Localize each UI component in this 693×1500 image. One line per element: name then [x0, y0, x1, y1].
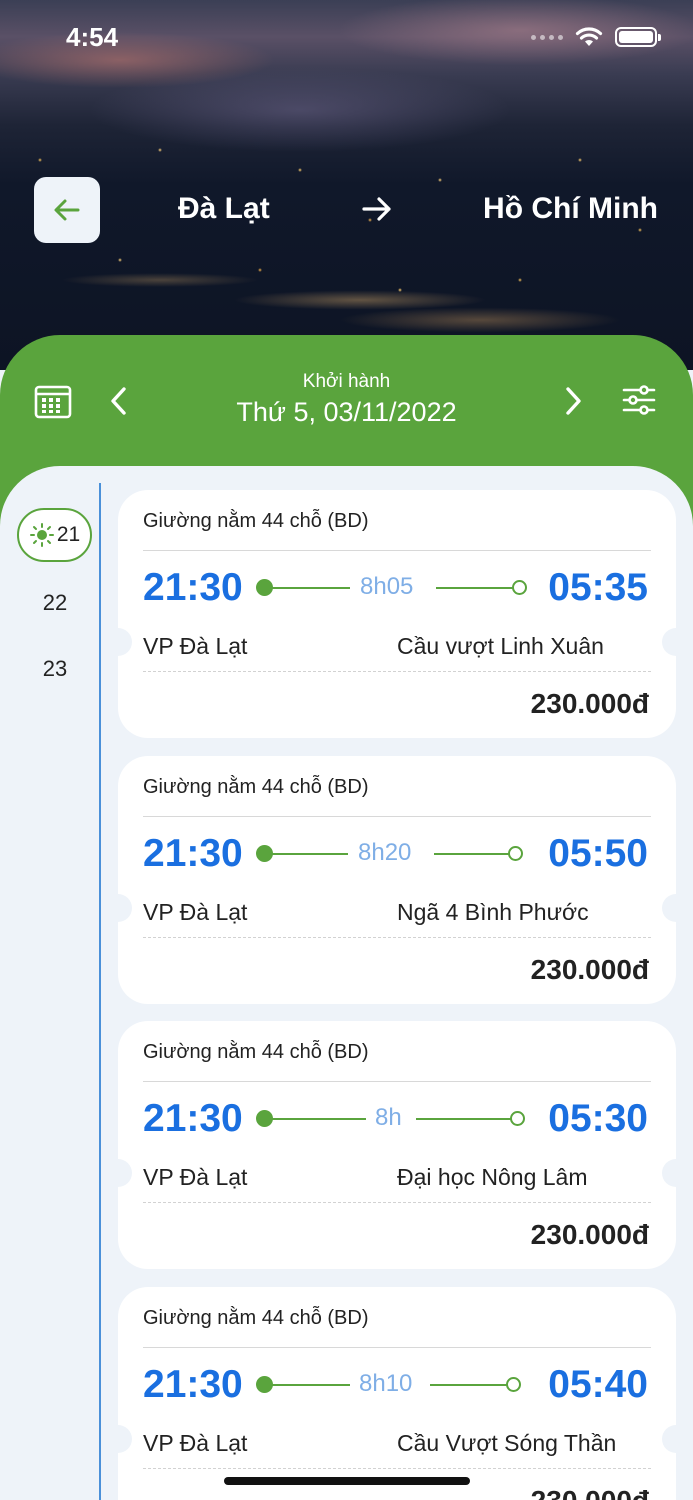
ticket-price: 230.000đ: [531, 1485, 649, 1500]
home-indicator: [224, 1477, 470, 1485]
signal-icon: [531, 34, 563, 40]
hour-item-active[interactable]: 21: [17, 508, 92, 562]
chevron-right-icon[interactable]: [562, 386, 584, 416]
trip-card[interactable]: Giường nằm 44 chỗ (BD) 21:30 8h 05:30 VP…: [104, 1021, 690, 1269]
wifi-icon: [575, 27, 603, 46]
trip-card[interactable]: Giường nằm 44 chỗ (BD) 21:30 8h05 05:35 …: [104, 490, 690, 738]
status-time: 4:54: [66, 22, 119, 52]
origin-city: Đà Lạt: [178, 192, 270, 225]
ticket-price: 230.000đ: [530, 688, 649, 719]
bus-type: Giường nằm 44 chỗ (BD): [143, 1041, 369, 1063]
sun-icon: [29, 523, 54, 547]
pickup-point: VP Đà Lạt: [143, 633, 248, 659]
battery-icon: [615, 27, 661, 47]
city-lights-image: [0, 120, 693, 360]
pickup-point: VP Đà Lạt: [143, 899, 248, 925]
ticket-price: 230.000đ: [530, 954, 649, 985]
bus-type: Giường nằm 44 chỗ (BD): [143, 776, 369, 798]
dropoff-point: Cầu vượt Linh Xuân: [397, 633, 604, 659]
bus-type: Giường nằm 44 chỗ (BD): [143, 1307, 369, 1329]
destination-city: Hồ Chí Minh: [483, 192, 658, 225]
dropoff-point: Cầu Vượt Sóng Thần: [397, 1430, 617, 1456]
departure-time: 21:30: [143, 1097, 243, 1140]
ticket-price: 230.000đ: [530, 1219, 649, 1250]
arrival-time: 05:40: [548, 1363, 648, 1406]
trip-card[interactable]: Giường nằm 44 chỗ (BD) 21:30 8h20 05:50 …: [104, 756, 690, 1004]
arrival-time: 05:35: [548, 566, 648, 609]
end-dot: [508, 846, 523, 861]
hour-item[interactable]: 23: [18, 656, 92, 682]
arrival-time: 05:30: [548, 1097, 648, 1140]
departure-date: Thứ 5, 03/11/2022: [236, 397, 457, 427]
back-button[interactable]: [34, 177, 100, 243]
trip-duration: 8h: [375, 1104, 402, 1131]
end-dot: [510, 1111, 525, 1126]
departure-label: Khởi hành: [302, 371, 391, 392]
filter-icon[interactable]: [622, 384, 656, 416]
pickup-point: VP Đà Lạt: [143, 1164, 248, 1190]
end-dot: [512, 580, 527, 595]
end-dot: [506, 1377, 521, 1392]
hero-background: [0, 0, 693, 370]
dropoff-point: Ngã 4 Bình Phước: [397, 899, 589, 925]
departure-time: 21:30: [143, 1363, 243, 1406]
hour-rail: [99, 483, 101, 1500]
bus-type: Giường nằm 44 chỗ (BD): [143, 510, 369, 532]
trip-card[interactable]: Giường nằm 44 chỗ (BD) 21:30 8h10 05:40 …: [104, 1287, 690, 1500]
arrow-left-icon: [54, 199, 80, 221]
trip-duration: 8h05: [360, 573, 414, 600]
hour-item[interactable]: 22: [18, 590, 92, 616]
dropoff-point: Đại học Nông Lâm: [397, 1164, 588, 1190]
pickup-point: VP Đà Lạt: [143, 1430, 248, 1456]
status-icons: [531, 26, 661, 48]
departure-time: 21:30: [143, 566, 243, 609]
hour-label: 21: [56, 523, 81, 546]
trip-duration: 8h10: [359, 1370, 413, 1397]
departure-time: 21:30: [143, 832, 243, 875]
arrow-right-icon: [362, 197, 391, 221]
trip-duration: 8h20: [358, 839, 412, 866]
arrival-time: 05:50: [548, 832, 648, 875]
